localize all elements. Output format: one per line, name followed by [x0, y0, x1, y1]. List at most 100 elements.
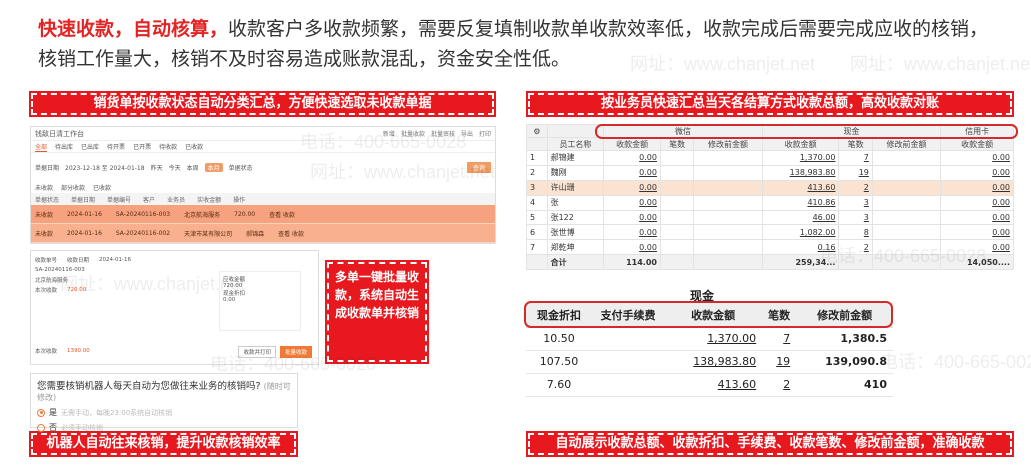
row-count[interactable]: 2	[762, 373, 797, 397]
batch-approve-button[interactable]: 批量审核	[431, 129, 455, 138]
robot-option-no-label: 否	[49, 423, 57, 432]
app-title: 钱敌日清工作台	[35, 129, 84, 138]
row-status: 未收款	[35, 211, 54, 219]
row-card-amount[interactable]: 0.00	[940, 224, 1014, 241]
table-row[interactable]: 未收款 2024-01-16 SA-20240116-003 北京航海服务 72…	[31, 205, 495, 224]
row-cash-amount[interactable]: 1,082.00	[761, 224, 840, 241]
summary-table-body: 1 郝锦建 0.00 1,370.00 7 0.00 2 魏刚 0.00 138,983.80 19…	[526, 150, 1014, 270]
table-row[interactable]: 6 张世博 0.00 1,082.00 8 0.00	[526, 224, 1014, 241]
table-row[interactable]: 4 张 0.00 410.86 3 0.00	[526, 194, 1014, 211]
batch-collect-confirm-button[interactable]: 批量收款	[279, 346, 312, 358]
row-ops[interactable]: 查看 收款	[269, 210, 295, 219]
col-wx-count: 笔数	[659, 137, 695, 151]
row-card-amount[interactable]: 0.00	[940, 150, 1014, 166]
row-card-amount[interactable]: 0.00	[940, 239, 1014, 256]
table-row[interactable]: 7 郑乾坤 0.00 0.16 2 0.00	[526, 239, 1014, 256]
tab-to-collect[interactable]: 待收款	[159, 142, 177, 151]
row-collect-amount[interactable]: 413.60	[664, 373, 763, 397]
table-row[interactable]: 7.60 413.60 2 410	[526, 373, 893, 397]
row-cash-count[interactable]: 2	[838, 239, 873, 256]
radio-unselected-icon[interactable]	[37, 423, 45, 432]
row-index: 5	[526, 209, 548, 226]
row-card-amount[interactable]: 0.00	[940, 179, 1014, 196]
row-cash-count[interactable]: 3	[838, 194, 873, 211]
row-card-amount[interactable]: 0.00	[940, 209, 1014, 226]
row-collect-amount[interactable]: 1,370.00	[664, 327, 763, 351]
tab-shipped[interactable]: 已出库	[81, 142, 99, 151]
row-wx-count	[659, 209, 695, 226]
row-wx-amount[interactable]: 0.00	[603, 224, 661, 241]
table-row[interactable]: 5 张122 0.00 46.00 3 0.00	[526, 209, 1014, 226]
tab-collected[interactable]: 已收款	[185, 142, 203, 151]
quick-date-week[interactable]: 本周	[187, 163, 199, 172]
collect-and-print-button[interactable]: 收款并打印	[238, 346, 276, 358]
row-wx-amount[interactable]: 0.00	[603, 209, 661, 226]
col-cash-pre: 修改前金额	[871, 137, 942, 151]
filter-date-value[interactable]: 2023-12-18 至 2024-01-18	[65, 163, 145, 172]
receipt-date-value[interactable]: 2024-01-16	[99, 257, 131, 263]
row-code[interactable]: SA-20240116-003	[116, 211, 170, 218]
row-cash-amount[interactable]: 413.60	[761, 179, 840, 196]
total-blank	[871, 254, 942, 270]
batch-collect-button[interactable]: 批量收款	[401, 129, 425, 138]
batch-collect-callout: 多单一键批量收款，系统自动生成收款单并核销	[325, 260, 429, 364]
table-row[interactable]: 1 郝锦建 0.00 1,370.00 7 0.00	[526, 150, 1014, 166]
row-wx-count	[659, 194, 695, 211]
table-row[interactable]: 107.50 138,983.80 19 139,090.8	[526, 350, 893, 374]
table-row[interactable]: 10.50 1,370.00 7 1,380.5	[526, 327, 893, 351]
row-index: 4	[526, 194, 548, 211]
row-cash-pre	[871, 194, 942, 211]
tab-all[interactable]: 全部	[35, 142, 48, 152]
row-wx-amount[interactable]: 0.00	[603, 150, 661, 166]
row-cash-amount[interactable]: 46.00	[761, 209, 840, 226]
row-card-amount[interactable]: 0.00	[940, 194, 1014, 211]
search-button[interactable]: 查询	[466, 161, 491, 173]
row-cash-amount[interactable]: 410.86	[761, 194, 840, 211]
print-button[interactable]: 打印	[479, 129, 491, 138]
tab-to-ship[interactable]: 待出库	[55, 142, 73, 151]
intro-paragraph: 快速收款，自动核算，收款客户多收款频繁，需要反复填制收款单收款效率低，收款完成后…	[38, 14, 998, 74]
robot-option-no[interactable]: 否 必须手动核销	[37, 422, 291, 433]
row-wx-amount[interactable]: 0.00	[603, 194, 661, 211]
row-code[interactable]: SA-20240116-002	[116, 230, 170, 237]
row-wx-amount[interactable]: 0.00	[603, 239, 661, 256]
table-row[interactable]: 2 魏刚 0.00 138,983.80 19 0.00	[526, 164, 1014, 181]
row-cash-pre	[871, 164, 942, 181]
row-cash-amount[interactable]: 138,983.80	[761, 164, 840, 181]
row-cash-amount[interactable]: 1,370.00	[761, 150, 840, 166]
row-wx-count	[659, 164, 695, 181]
row-cash-count[interactable]: 8	[838, 224, 873, 241]
row-cash-amount[interactable]: 0.16	[761, 239, 840, 256]
row-cash-count[interactable]: 3	[838, 209, 873, 226]
row-count[interactable]: 7	[762, 327, 797, 351]
export-button[interactable]: 导出	[461, 129, 473, 138]
quick-date-today[interactable]: 今天	[169, 163, 181, 172]
row-customer: 天津市某有限公司	[184, 230, 233, 238]
tab-invoiced[interactable]: 已开票	[133, 142, 151, 151]
payment-method-highlight	[595, 124, 1018, 139]
row-count[interactable]: 19	[762, 350, 797, 374]
row-cash-count[interactable]: 7	[838, 150, 873, 166]
row-payment-fee	[592, 350, 665, 374]
row-ops[interactable]: 查看 收款	[278, 229, 304, 238]
row-collect-amount[interactable]: 138,983.80	[664, 350, 763, 374]
row-cash-count[interactable]: 19	[838, 164, 873, 181]
new-button[interactable]: 新增	[383, 129, 395, 138]
tab-to-invoice[interactable]: 待开票	[107, 142, 125, 151]
quick-date-month[interactable]: 本月	[204, 162, 223, 172]
table-header: 单据状态 单据日期 单据编号 客户 业务员 实收金额 操作	[31, 193, 495, 205]
row-status: 未收款	[35, 230, 54, 238]
row-card-amount[interactable]: 0.00	[940, 164, 1014, 181]
quick-date-yesterday[interactable]: 昨天	[151, 163, 163, 172]
table-row[interactable]: 3 许山珊 0.00 413.60 2 0.00	[526, 179, 1014, 196]
robot-option-yes[interactable]: 是 无需手动，每晚23:00系统自动核销	[37, 407, 291, 418]
row-employee: 张世博	[546, 224, 605, 241]
gear-icon[interactable]: ⚙	[526, 124, 548, 138]
intro-highlight-fast: 快速收款，	[38, 18, 134, 40]
row-cash-count[interactable]: 2	[838, 179, 873, 196]
table-row[interactable]: 未收款 2024-01-16 SA-20240116-002 天津市某有限公司 …	[31, 224, 495, 243]
row-wx-amount[interactable]: 0.00	[603, 179, 661, 196]
row-wx-amount[interactable]: 0.00	[603, 164, 661, 181]
radio-selected-icon[interactable]	[37, 408, 45, 417]
discount-value[interactable]: 0.00	[223, 297, 297, 303]
